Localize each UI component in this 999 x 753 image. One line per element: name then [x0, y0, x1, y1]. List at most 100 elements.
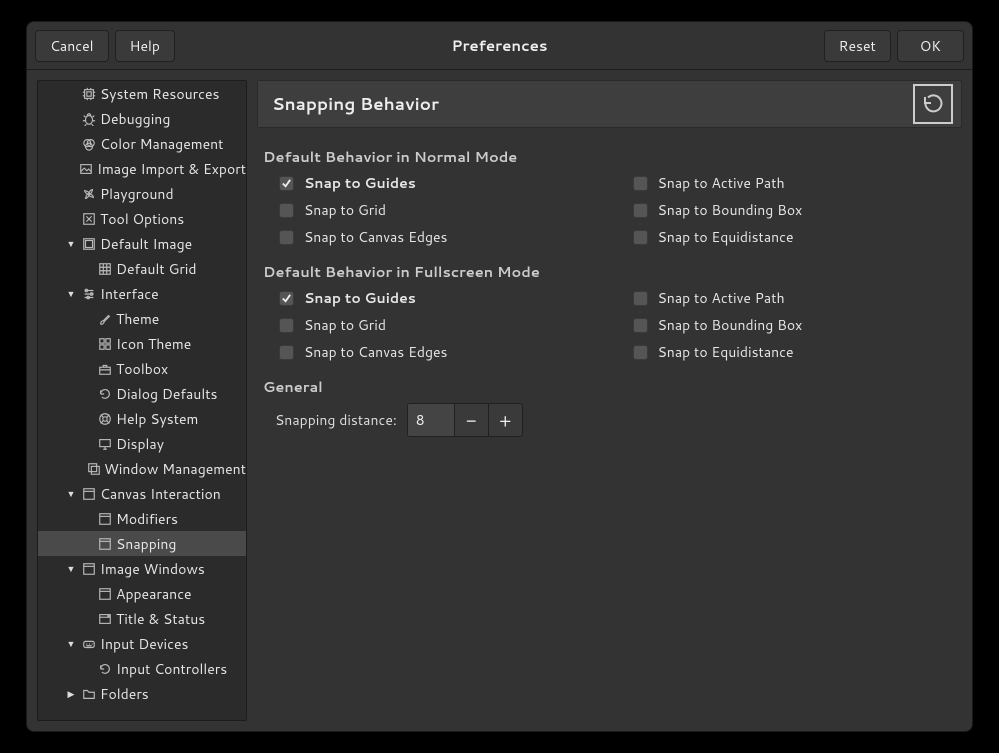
checkbox-box-icon	[633, 345, 648, 360]
checkbox-box-icon	[633, 176, 648, 191]
refresh-icon	[97, 661, 113, 677]
checkbox-label: Snap to Equidistance	[658, 342, 794, 362]
titlebar-icon	[97, 611, 113, 627]
sidebar-item-input-controllers[interactable]: Input Controllers	[38, 656, 246, 681]
sidebar-item-theme[interactable]: Theme	[38, 306, 246, 331]
checkbox-box-icon	[633, 291, 648, 306]
sidebar-item-debugging[interactable]: Debugging	[38, 106, 246, 131]
sidebar-item-label: Interface	[100, 284, 159, 304]
checkbox-label: Snap to Canvas Edges	[304, 227, 447, 247]
expander-icon[interactable]: ▼	[64, 487, 78, 501]
sidebar-item-default-image[interactable]: ▼Default Image	[38, 231, 246, 256]
sidebar-item-folders[interactable]: ▶Folders	[38, 681, 246, 706]
sidebar-item-snapping[interactable]: Snapping	[38, 531, 246, 556]
sidebar-item-label: System Resources	[100, 84, 219, 104]
sidebar-item-interface[interactable]: ▼ Interface	[38, 281, 246, 306]
sidebar-item-appearance[interactable]: Appearance	[38, 581, 246, 606]
sidebar-item-help-system[interactable]: Help System	[38, 406, 246, 431]
cancel-button[interactable]: Cancel	[35, 30, 109, 62]
checkbox-label: Snap to Grid	[304, 315, 386, 335]
checkbox-label: Snap to Bounding Box	[658, 200, 803, 220]
checkbox-box-icon	[279, 318, 294, 333]
checkbox-label: Snap to Guides	[304, 173, 416, 193]
checkbox-n-guides[interactable]: Snap to Guides	[279, 173, 603, 193]
checkbox-box-icon	[279, 176, 294, 191]
snapping-distance-spinner[interactable]: − +	[407, 403, 523, 437]
checkbox-label: Snap to Active Path	[658, 288, 785, 308]
checkbox-n-path[interactable]: Snap to Active Path	[633, 173, 957, 193]
checkbox-n-grid[interactable]: Snap to Grid	[279, 200, 603, 220]
checkbox-n-edges[interactable]: Snap to Canvas Edges	[279, 227, 603, 247]
folder-icon	[81, 686, 97, 702]
snapping-distance-input[interactable]	[408, 404, 454, 436]
section-title-general: General	[263, 376, 956, 397]
sidebar-item-system-resources[interactable]: System Resources	[38, 81, 246, 106]
sidebar-item-default-grid[interactable]: Default Grid	[38, 256, 246, 281]
sidebar-item-label: Appearance	[116, 584, 192, 604]
sidebar-item-window-management[interactable]: Window Management	[38, 456, 246, 481]
checkbox-label: Snap to Guides	[304, 288, 416, 308]
canvas-icon	[97, 586, 113, 602]
expander-icon[interactable]: ▶	[64, 687, 78, 701]
sidebar-item-dialog-defaults[interactable]: Dialog Defaults	[38, 381, 246, 406]
sidebar-item-label: Input Devices	[100, 634, 188, 654]
spin-decrement-button[interactable]: −	[454, 404, 488, 436]
sidebar-item-icon-theme[interactable]: Icon Theme	[38, 331, 246, 356]
sidebar-item-label: Help System	[116, 409, 198, 429]
checkbox-f-guides[interactable]: Snap to Guides	[279, 288, 603, 308]
sidebar-item-modifiers[interactable]: Modifiers	[38, 506, 246, 531]
checkbox-f-grid[interactable]: Snap to Grid	[279, 315, 603, 335]
sidebar-item-toolbox[interactable]: Toolbox	[38, 356, 246, 381]
checkbox-label: Snap to Bounding Box	[658, 315, 803, 335]
snapping-distance-row: Snapping distance: − +	[275, 403, 956, 437]
sidebar-item-canvas-interaction[interactable]: ▼ Canvas Interaction	[38, 481, 246, 506]
sidebar-item-label: Dialog Defaults	[116, 384, 217, 404]
help-button[interactable]: Help	[115, 30, 175, 62]
dialog-body: System ResourcesDebugging Color Managemen…	[27, 70, 972, 731]
sidebar-item-playground[interactable]: Playground	[38, 181, 246, 206]
preferences-content: Snapping Behavior Default Behavior in No…	[257, 80, 962, 721]
ok-button[interactable]: OK	[897, 30, 964, 62]
monitor-icon	[97, 436, 113, 452]
sidebar-item-image-import-export[interactable]: Image Import & Export	[38, 156, 246, 181]
refresh-icon	[97, 386, 113, 402]
canvas-icon	[97, 536, 113, 552]
sidebar-item-label: Snapping	[116, 534, 176, 554]
section-title-fullscreen: Default Behavior in Fullscreen Mode	[263, 261, 956, 282]
chip-icon	[81, 86, 97, 102]
snapping-distance-label: Snapping distance:	[275, 410, 397, 430]
sidebar-item-display[interactable]: Display	[38, 431, 246, 456]
expander-icon[interactable]: ▼	[64, 237, 78, 251]
input-icon	[81, 636, 97, 652]
sidebar-item-label: Color Management	[100, 134, 223, 154]
sidebar-item-label: Playground	[100, 184, 174, 204]
sidebar-item-color-management[interactable]: Color Management	[38, 131, 246, 156]
reset-button[interactable]: Reset	[824, 30, 891, 62]
checkbox-f-equi[interactable]: Snap to Equidistance	[633, 342, 957, 362]
checkbox-label: Snap to Equidistance	[658, 227, 794, 247]
checkbox-f-edges[interactable]: Snap to Canvas Edges	[279, 342, 603, 362]
expander-icon[interactable]: ▼	[64, 562, 78, 576]
checkbox-n-bbox[interactable]: Snap to Bounding Box	[633, 200, 957, 220]
checkbox-box-icon	[633, 230, 648, 245]
checkbox-box-icon	[633, 203, 648, 218]
sidebar-item-input-devices[interactable]: ▼ Input Devices	[38, 631, 246, 656]
checkbox-f-bbox[interactable]: Snap to Bounding Box	[633, 315, 957, 335]
checkbox-f-path[interactable]: Snap to Active Path	[633, 288, 957, 308]
checkbox-n-equi[interactable]: Snap to Equidistance	[633, 227, 957, 247]
sidebar-item-label: Icon Theme	[116, 334, 191, 354]
windows-icon	[87, 461, 101, 477]
canvas-icon	[97, 511, 113, 527]
sidebar-item-title-status[interactable]: Title & Status	[38, 606, 246, 631]
expander-icon[interactable]: ▼	[64, 637, 78, 651]
spin-increment-button[interactable]: +	[488, 404, 522, 436]
reset-panel-icon[interactable]	[913, 84, 953, 124]
fullscreen-checks: Snap to Guides Snap to Grid Snap to Canvas…	[279, 288, 956, 362]
sidebar-item-tool-options[interactable]: Tool Options	[38, 206, 246, 231]
icons-icon	[97, 336, 113, 352]
expander-icon[interactable]: ▼	[64, 287, 78, 301]
sidebar-item-label: Canvas Interaction	[100, 484, 221, 504]
sidebar-item-image-windows[interactable]: ▼Image Windows	[38, 556, 246, 581]
tool-icon	[81, 211, 97, 227]
preferences-tree[interactable]: System ResourcesDebugging Color Managemen…	[37, 80, 247, 721]
